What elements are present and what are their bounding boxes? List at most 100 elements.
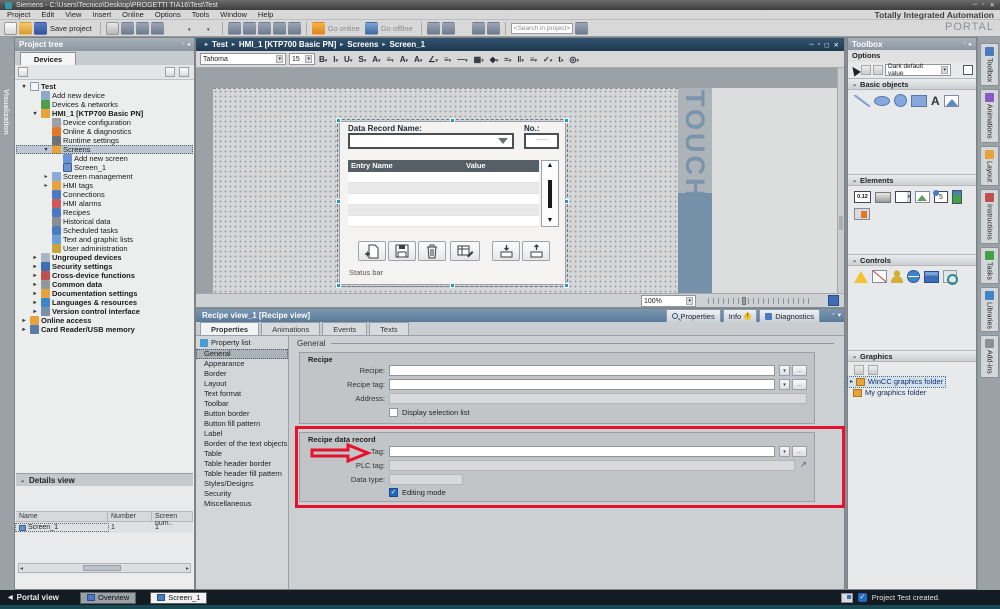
tab-properties[interactable]: Properties	[200, 322, 259, 335]
accessible-devices-icon[interactable]	[427, 22, 440, 35]
property-list-item[interactable]: Text format	[196, 389, 288, 399]
line-color-button[interactable]: ∠▾	[427, 55, 439, 64]
bold-button[interactable]: B▾	[318, 55, 328, 64]
tree-item[interactable]: ▸ Screen management	[16, 172, 193, 181]
font-color-button[interactable]: A▾	[399, 55, 409, 64]
zoom-selection-button[interactable]: ◎▾	[568, 55, 580, 64]
graphics-section[interactable]: ⌄Graphics	[848, 350, 976, 362]
tab-animations[interactable]: Animations	[261, 322, 320, 335]
menu-item[interactable]: Insert	[92, 10, 111, 19]
expand-panel-icon[interactable]: ▸	[969, 41, 972, 48]
editing-mode-checkbox[interactable]: ✓	[389, 488, 398, 497]
font-size-select[interactable]: 15▾	[289, 53, 315, 65]
tree-item[interactable]: ▾ Screens	[16, 145, 193, 154]
selection-handle[interactable]	[336, 199, 341, 204]
date-time-field-icon[interactable]: 5	[934, 191, 948, 203]
selection-handle[interactable]	[336, 118, 341, 123]
tab-info[interactable]: Info!	[723, 309, 758, 322]
system-diagnostics-view-icon[interactable]	[943, 270, 957, 283]
cancel-icon[interactable]	[457, 22, 470, 35]
property-list-item[interactable]: Miscellaneous	[196, 499, 288, 509]
tree-item[interactable]: Online & diagnostics	[16, 127, 193, 136]
fit-screen-icon[interactable]	[828, 295, 839, 306]
layer-button[interactable]: ≡▾	[529, 55, 538, 64]
circle-icon[interactable]	[894, 94, 907, 107]
recipe-tag-dropdown-button[interactable]: ▾	[779, 379, 790, 390]
tree-item[interactable]: HMI alarms	[16, 199, 193, 208]
elements-section[interactable]: ⌄Elements	[848, 174, 976, 186]
property-list-item[interactable]: Toolbar	[196, 399, 288, 409]
tree-item[interactable]: ▸ Cross-device functions	[16, 271, 193, 280]
tree-item[interactable]: ▸ Common data	[16, 280, 193, 289]
plc-tag-link-icon[interactable]: ↗	[800, 460, 807, 469]
tree-filter-icon[interactable]	[18, 67, 28, 77]
symbolic-io-field-icon[interactable]	[895, 191, 911, 203]
side-tab[interactable]: Instructions	[980, 189, 999, 244]
tree-item[interactable]: ▸ Ungrouped devices	[16, 253, 193, 262]
delete-graphics-icon[interactable]	[868, 365, 878, 375]
property-list-item[interactable]: Border of the text objects	[196, 439, 288, 449]
details-row[interactable]: Screen_1 1 1	[16, 522, 193, 533]
collapse-panel-icon[interactable]: ◂	[187, 41, 190, 48]
menu-item[interactable]: Project	[7, 10, 30, 19]
tree-item[interactable]: Screen_1	[16, 163, 193, 172]
tab-events[interactable]: Events	[322, 322, 367, 335]
corner-style-button[interactable]: ◆▾	[489, 55, 500, 64]
side-tab[interactable]: Tasks	[980, 247, 999, 284]
compile-icon[interactable]	[228, 22, 241, 35]
expander-icon[interactable]: ▸	[31, 254, 39, 261]
menu-item[interactable]: Help	[258, 10, 273, 19]
screen-canvas[interactable]: TOUCH Data Record Name: No.: ----- Entry…	[196, 68, 844, 293]
recipe-browse-button[interactable]: …	[792, 365, 807, 376]
tree-item[interactable]: ▸ Online access	[16, 316, 193, 325]
font-family-select[interactable]: Tahoma▾	[200, 53, 286, 65]
expander-icon[interactable]: ▸	[20, 326, 28, 333]
recipe-view-widget[interactable]: Data Record Name: No.: ----- Entry Name …	[339, 121, 566, 285]
tree-item[interactable]: User administration	[16, 244, 193, 253]
tree-item[interactable]: Runtime settings	[16, 136, 193, 145]
tree-item[interactable]: Text and graphic lists	[16, 235, 193, 244]
expander-icon[interactable]: ▸	[42, 173, 50, 180]
tree-item[interactable]: Recipes	[16, 208, 193, 217]
pin-icon[interactable]: ▫	[964, 41, 966, 48]
side-tab[interactable]: Libraries	[980, 287, 999, 333]
go-online-button[interactable]: Go online	[328, 24, 360, 33]
download-to-device-icon[interactable]	[243, 22, 256, 35]
side-tab[interactable]: Layout	[980, 146, 999, 186]
side-tab[interactable]: Add-ins	[980, 335, 999, 378]
property-list-item[interactable]: Button border	[196, 409, 288, 419]
go-online-icon[interactable]	[312, 22, 325, 35]
menu-item[interactable]: Tools	[192, 10, 210, 19]
selection-handle[interactable]	[336, 283, 341, 288]
expander-icon[interactable]: ▸	[20, 317, 28, 324]
minimize-icon[interactable]: ─	[973, 1, 978, 9]
float-panel-icon[interactable]: ▫	[832, 311, 834, 319]
details-view-header[interactable]: ⌄Details view	[16, 473, 193, 486]
rectangle-icon[interactable]	[911, 95, 927, 107]
tree-view-icon[interactable]	[165, 67, 175, 77]
breadcrumb-item[interactable]: Screen_1	[389, 40, 425, 49]
selection-handle[interactable]	[450, 118, 455, 123]
line-icon[interactable]	[854, 95, 870, 107]
visualization-tab[interactable]: Visualization	[2, 89, 11, 135]
graphics-folder-item[interactable]: My graphics folder	[848, 388, 928, 398]
ellipse-icon[interactable]	[874, 96, 890, 106]
tree-item[interactable]: ▸ Security settings	[16, 262, 193, 271]
property-list-item[interactable]: Security	[196, 489, 288, 499]
editor-float-icon[interactable]: ▫	[818, 41, 820, 49]
tab-overview[interactable]: Overview	[80, 592, 136, 604]
tab-screen-1[interactable]: Screen_1	[150, 592, 207, 604]
menu-item[interactable]: Online	[122, 10, 144, 19]
search-input[interactable]	[511, 23, 573, 34]
alignment-button[interactable]: ≡▾	[443, 55, 452, 64]
tree-item[interactable]: Add new screen	[16, 154, 193, 163]
lasso-icon[interactable]	[861, 65, 871, 75]
split-editor-horizontal-icon[interactable]	[487, 22, 500, 35]
strikethrough-button[interactable]: S▾	[357, 55, 367, 64]
tree-item[interactable]: Devices & networks	[16, 100, 193, 109]
tab-texts[interactable]: Texts	[369, 322, 409, 335]
trend-view-icon[interactable]	[872, 270, 887, 283]
line-weight-button[interactable]: —▾	[456, 55, 469, 64]
open-project-icon[interactable]	[19, 22, 32, 35]
property-list-item[interactable]: Button fill pattern	[196, 419, 288, 429]
